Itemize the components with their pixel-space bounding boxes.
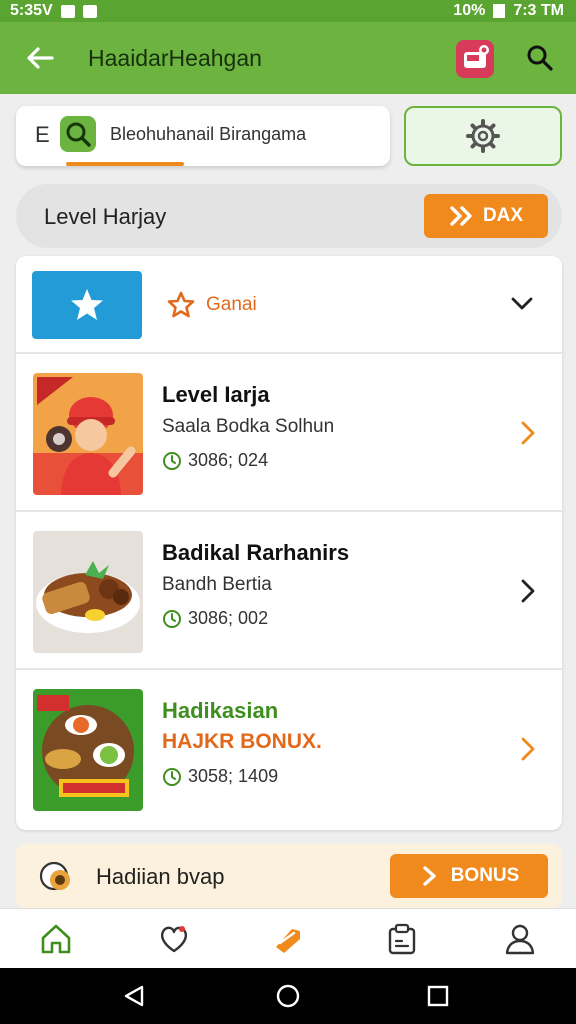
clock-icon xyxy=(163,609,181,628)
search-prefix: E xyxy=(35,122,50,147)
profile-icon[interactable] xyxy=(502,921,538,957)
dax-button[interactable]: DAX xyxy=(424,194,548,238)
item-title: Level Iarja xyxy=(162,382,270,407)
dax-button-label: DAX xyxy=(482,205,524,226)
chevron-down-icon[interactable] xyxy=(508,290,536,318)
bonus-button-label: BONUS xyxy=(450,865,520,886)
bonus-button[interactable]: BONUS xyxy=(390,854,548,898)
battery-icon xyxy=(493,4,506,18)
home-circle-icon[interactable] xyxy=(276,984,300,1008)
heart-icon[interactable] xyxy=(156,921,192,957)
item-thumbnail xyxy=(33,531,143,653)
home-icon[interactable] xyxy=(38,921,74,957)
status-time-left: 5:35V xyxy=(10,2,53,19)
search-underline xyxy=(66,162,184,166)
item-title: Hadikasian xyxy=(162,698,279,723)
bonus-icon xyxy=(39,861,70,891)
category-thumbnail xyxy=(32,271,142,339)
badge-star-icon xyxy=(167,291,195,318)
status-bar: 5:35V 10% 7:3 TM xyxy=(0,0,576,22)
chevron-right-icon[interactable] xyxy=(516,576,540,606)
list-item[interactable]: Hadikasian HAJKR BONUX. 3058; 1409 xyxy=(16,670,562,828)
battery-percent: 10% xyxy=(453,2,486,19)
tag-icon[interactable] xyxy=(270,921,306,957)
chevron-right-icon xyxy=(422,866,436,886)
page-title: HaaidarHeahgan xyxy=(88,45,262,71)
bonus-label: Hadiian bvap xyxy=(96,864,225,889)
notification-icon xyxy=(82,4,97,18)
recents-square-icon[interactable] xyxy=(426,984,450,1008)
bottom-nav xyxy=(0,908,576,968)
settings-button[interactable] xyxy=(404,106,562,166)
notification-icon xyxy=(60,4,75,18)
chevron-right-icon[interactable] xyxy=(516,418,540,448)
item-meta: 3058; 1409 xyxy=(188,766,279,786)
search-field[interactable]: E Bleohuhanail Birangama xyxy=(16,106,390,166)
item-subtitle: HAJKR BONUX. xyxy=(162,730,322,753)
level-label: Level Harjay xyxy=(44,204,167,229)
system-nav-bar xyxy=(0,968,576,1024)
item-subtitle: Saala Bodka Solhun xyxy=(162,416,335,437)
star-icon xyxy=(71,289,103,320)
list-item[interactable]: Badikal Rarhanirs Bandh Bertia 3086; 002 xyxy=(16,512,562,670)
app-bar: HaaidarHeahgan xyxy=(0,22,576,94)
clipboard-icon[interactable] xyxy=(384,921,420,957)
list-item[interactable]: Level Iarja Saala Bodka Solhun 3086; 024 xyxy=(16,354,562,512)
item-title: Badikal Rarhanirs xyxy=(162,540,350,565)
chevron-right-icon[interactable] xyxy=(516,734,540,764)
clock-icon xyxy=(163,767,181,786)
back-arrow-icon[interactable] xyxy=(24,42,56,74)
search-icon[interactable] xyxy=(524,42,556,74)
double-chevron-icon xyxy=(450,206,472,226)
bonus-banner: Hadiian bvap BONUS xyxy=(16,844,562,908)
item-thumbnail xyxy=(33,373,143,495)
search-input[interactable]: Bleohuhanail Birangama xyxy=(110,124,306,145)
content-card: Ganai Level Iarja Saala Bodka Solhun 308… xyxy=(16,256,562,830)
gear-icon xyxy=(466,119,500,153)
camera-icon[interactable] xyxy=(456,40,494,78)
status-time-right: 7:3 TM xyxy=(513,2,564,19)
clock-icon xyxy=(163,451,181,470)
item-meta: 3086; 002 xyxy=(188,608,269,628)
category-dropdown[interactable]: Ganai xyxy=(16,256,562,354)
category-label: Ganai xyxy=(206,294,257,315)
item-subtitle: Bandh Bertia xyxy=(162,574,272,595)
back-triangle-icon[interactable] xyxy=(122,984,146,1008)
item-meta: 3086; 024 xyxy=(188,450,269,470)
search-icon[interactable] xyxy=(60,116,96,152)
level-banner: Level Harjay DAX xyxy=(16,184,562,248)
item-thumbnail xyxy=(33,689,143,811)
